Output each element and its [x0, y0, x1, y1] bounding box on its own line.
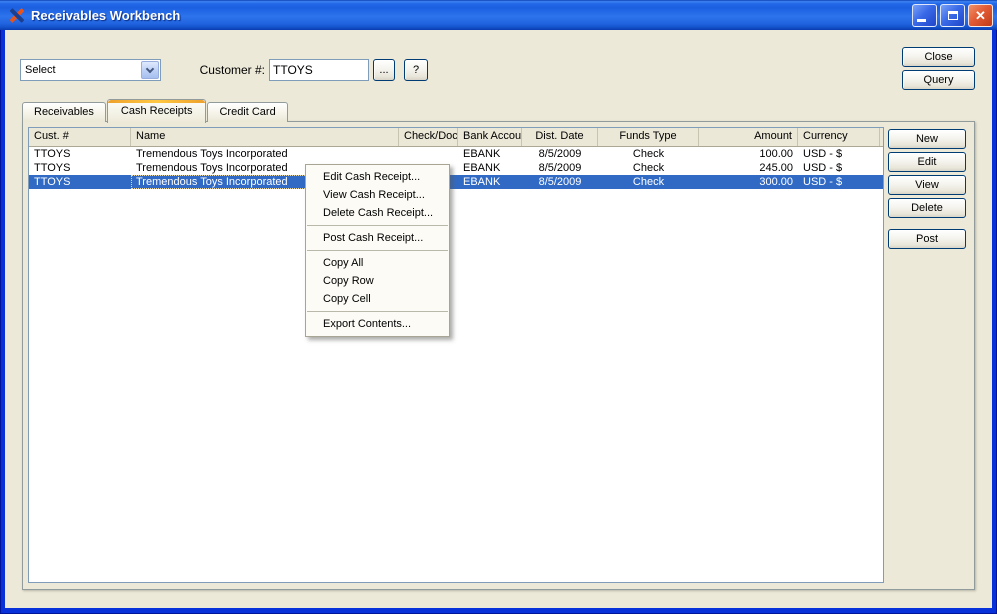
column-header-filler	[880, 128, 883, 146]
cash-receipts-table[interactable]: Cust. # Name Check/Doc Bank Accou Dist. Date…	[28, 127, 884, 583]
tab-bar: Receivables Cash Receipts Credit Card	[22, 98, 289, 123]
table-cell[interactable]: Check	[598, 161, 699, 175]
table-cell[interactable]	[399, 147, 458, 161]
minimize-button[interactable]	[912, 3, 937, 27]
post-button[interactable]: Post	[888, 229, 966, 249]
table-cell[interactable]: USD - $	[798, 161, 880, 175]
menu-item-copy-cell[interactable]: Copy Cell	[306, 290, 449, 308]
customer-browse-button[interactable]: ...	[373, 59, 395, 81]
table-cell[interactable]: TTOYS	[29, 161, 131, 175]
table-row[interactable]: TTOYS Tremendous Toys Incorporated EBANK 8/…	[29, 161, 883, 175]
table-body: TTOYS Tremendous Toys Incorporated EBANK 8/…	[29, 147, 883, 189]
maximize-icon	[947, 10, 958, 20]
menu-separator	[307, 225, 448, 226]
maximize-button[interactable]	[940, 3, 965, 27]
table-cell[interactable]: USD - $	[798, 147, 880, 161]
menu-separator	[307, 250, 448, 251]
menu-item-view-cash-receipt[interactable]: View Cash Receipt...	[306, 186, 449, 204]
context-menu: Edit Cash Receipt... View Cash Receipt...…	[305, 164, 450, 337]
column-header-funds-type[interactable]: Funds Type	[598, 128, 699, 146]
menu-item-copy-all[interactable]: Copy All	[306, 254, 449, 272]
table-cell[interactable]: Check	[598, 175, 699, 189]
tab-cash-receipts[interactable]: Cash Receipts	[106, 99, 207, 123]
client-area: Select Customer #: ... ? Close Query Rec…	[5, 30, 992, 608]
table-cell[interactable]: 100.00	[699, 147, 798, 161]
new-button[interactable]: New	[888, 129, 966, 149]
window-controls: ✕	[912, 3, 993, 27]
menu-item-copy-row[interactable]: Copy Row	[306, 272, 449, 290]
window-title: Receivables Workbench	[31, 7, 181, 23]
tab-page-cash-receipts: Cust. # Name Check/Doc Bank Accou Dist. Date…	[22, 121, 975, 590]
table-cell[interactable]: 8/5/2009	[522, 175, 598, 189]
select-dropdown-value: Select	[25, 64, 56, 76]
view-button[interactable]: View	[888, 175, 966, 195]
minimize-icon	[917, 18, 926, 22]
column-header-check-doc[interactable]: Check/Doc	[399, 128, 458, 146]
tab-receivables[interactable]: Receivables	[22, 102, 106, 122]
table-cell[interactable]: TTOYS	[29, 175, 131, 189]
menu-item-export-contents[interactable]: Export Contents...	[306, 315, 449, 333]
table-cell[interactable]: EBANK	[458, 147, 522, 161]
action-button-column: New Edit View Delete Post	[888, 129, 966, 249]
menu-item-delete-cash-receipt[interactable]: Delete Cash Receipt...	[306, 204, 449, 222]
column-header-cust[interactable]: Cust. #	[29, 128, 131, 146]
menu-separator	[307, 311, 448, 312]
customer-help-button[interactable]: ?	[404, 59, 428, 81]
app-logo-icon	[8, 7, 25, 24]
delete-button[interactable]: Delete	[888, 198, 966, 218]
customer-number-label: Customer #:	[199, 63, 265, 77]
column-header-name[interactable]: Name	[131, 128, 399, 146]
table-cell[interactable]: TTOYS	[29, 147, 131, 161]
column-header-bank-accou[interactable]: Bank Accou	[458, 128, 522, 146]
column-header-currency[interactable]: Currency	[798, 128, 880, 146]
table-cell[interactable]: 8/5/2009	[522, 161, 598, 175]
table-cell[interactable]: Check	[598, 147, 699, 161]
column-header-dist-date[interactable]: Dist. Date	[522, 128, 598, 146]
close-window-button[interactable]: ✕	[968, 3, 993, 27]
table-cell[interactable]: 300.00	[699, 175, 798, 189]
table-cell[interactable]: EBANK	[458, 161, 522, 175]
select-dropdown-button[interactable]	[141, 61, 159, 79]
table-cell[interactable]: EBANK	[458, 175, 522, 189]
close-button[interactable]: Close	[902, 47, 975, 67]
close-icon: ✕	[975, 7, 986, 23]
app-window: Receivables Workbench ✕ Select Customer …	[0, 0, 997, 614]
column-header-amount[interactable]: Amount	[699, 128, 798, 146]
table-cell[interactable]: USD - $	[798, 175, 880, 189]
table-row[interactable]: TTOYS Tremendous Toys Incorporated EBANK 8/…	[29, 175, 883, 189]
menu-item-edit-cash-receipt[interactable]: Edit Cash Receipt...	[306, 168, 449, 186]
edit-button[interactable]: Edit	[888, 152, 966, 172]
table-cell[interactable]: 8/5/2009	[522, 147, 598, 161]
table-cell[interactable]: Tremendous Toys Incorporated	[131, 147, 399, 161]
table-row[interactable]: TTOYS Tremendous Toys Incorporated EBANK 8/…	[29, 147, 883, 161]
customer-number-input[interactable]	[269, 59, 369, 81]
table-header-row: Cust. # Name Check/Doc Bank Accou Dist. Date…	[29, 128, 883, 147]
tab-credit-card[interactable]: Credit Card	[207, 102, 288, 122]
titlebar[interactable]: Receivables Workbench ✕	[0, 0, 997, 30]
query-button[interactable]: Query	[902, 70, 975, 90]
select-dropdown[interactable]: Select	[20, 59, 161, 81]
table-cell[interactable]: 245.00	[699, 161, 798, 175]
chevron-down-icon	[145, 64, 155, 73]
menu-item-post-cash-receipt[interactable]: Post Cash Receipt...	[306, 229, 449, 247]
